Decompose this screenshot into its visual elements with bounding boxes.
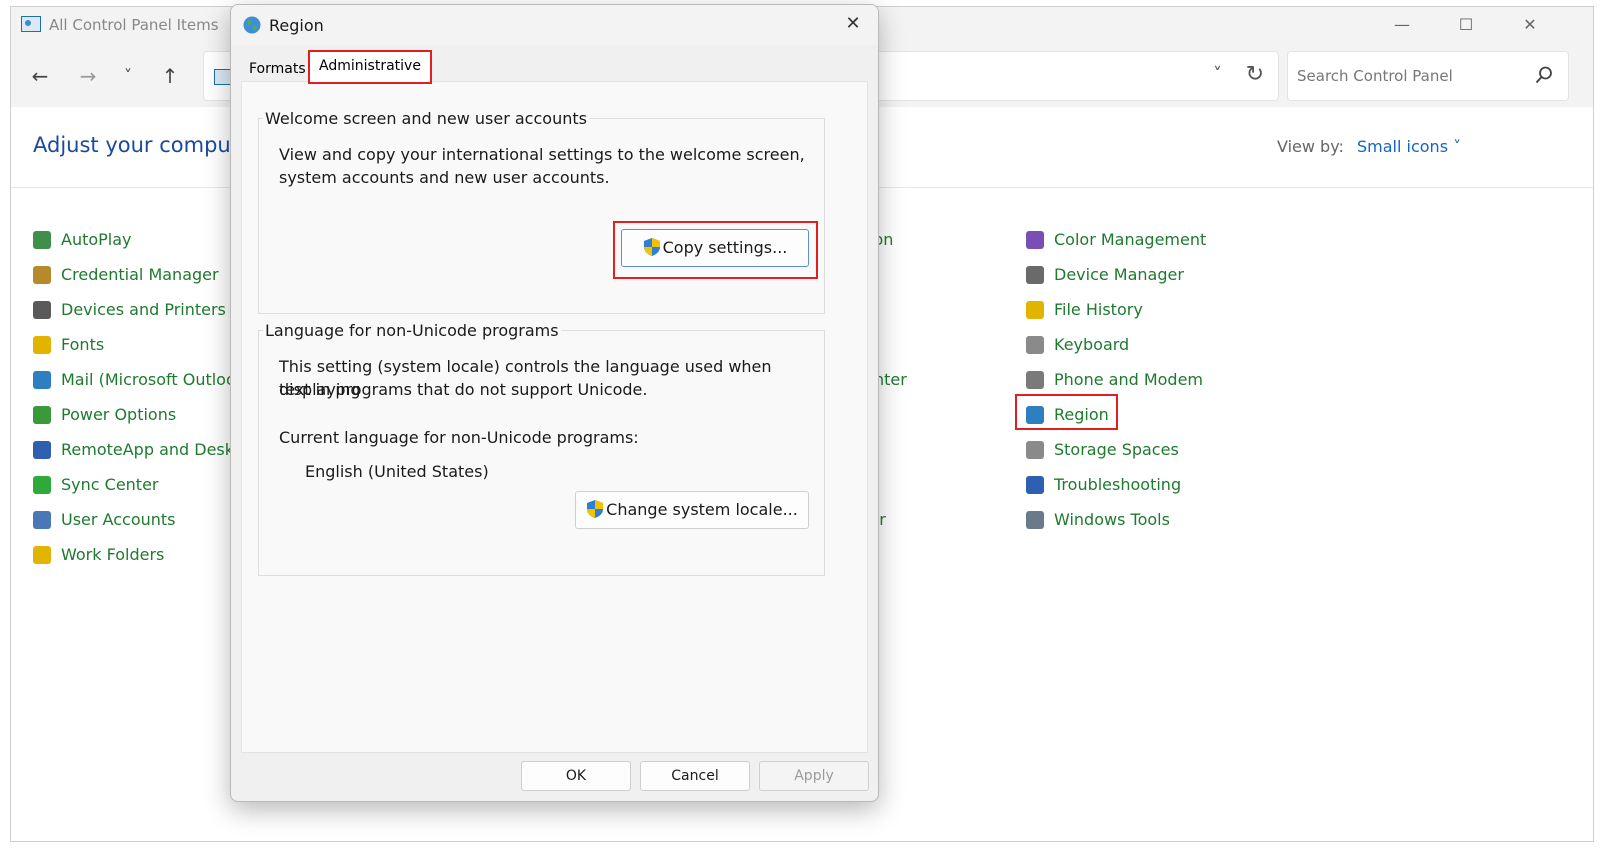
copy-settings-label: Copy settings... (662, 238, 788, 257)
desktop: All Control Panel Items — ☐ ✕ ← → ˅ ↑ ˅ … (0, 0, 1600, 848)
power-options-icon: power-options-icon (33, 406, 51, 424)
maximize-button[interactable]: ☐ (1443, 11, 1489, 39)
non-unicode-group-title: Language for non-Unicode programs (263, 321, 561, 340)
cp-item-label: Devices and Printers (61, 300, 226, 319)
address-dropdown-chevron-icon[interactable]: ˅ (1213, 64, 1222, 85)
welcome-group-title: Welcome screen and new user accounts (263, 109, 589, 128)
sync-center-icon: sync-center-icon (33, 476, 51, 494)
cp-item-label: Troubleshooting (1054, 475, 1182, 494)
file-history-icon: file-history-icon (1026, 301, 1044, 319)
cp-item-label: Mail (Microsoft Outlook (61, 370, 246, 389)
cp-item-label: Power Options (61, 405, 177, 424)
non-unicode-description-line-2: text in programs that do not support Uni… (279, 380, 648, 399)
cp-item-label: User Accounts (61, 510, 176, 529)
autoplay-icon: autoplay-icon (33, 231, 51, 249)
uac-shield-icon (587, 500, 604, 518)
change-system-locale-button[interactable]: Change system locale... (575, 491, 809, 529)
keyboard-icon: keyboard-icon (1026, 336, 1044, 354)
minimize-button[interactable]: — (1379, 11, 1425, 39)
copy-settings-button[interactable]: Copy settings... (621, 229, 809, 267)
forward-arrow-icon[interactable]: → (75, 63, 101, 89)
cp-item-label: AutoPlay (61, 230, 132, 249)
welcome-description-line-1: View and copy your international setting… (279, 145, 805, 164)
region-item-highlight (1015, 394, 1118, 430)
administrative-tab-panel: Welcome screen and new user accounts Vie… (241, 81, 868, 753)
cancel-button[interactable]: Cancel (640, 761, 750, 791)
user-accounts-icon: user-accounts-icon (33, 511, 51, 529)
cp-item-label: Credential Manager (61, 265, 219, 284)
credential-manager-icon: credential-manager-icon (33, 266, 51, 284)
recent-locations-chevron-icon[interactable]: ˅ (115, 63, 141, 89)
welcome-screen-group: Welcome screen and new user accounts Vie… (258, 109, 825, 314)
cp-item-label: Storage Spaces (1054, 440, 1179, 459)
apply-button[interactable]: Apply (759, 761, 869, 791)
cp-item-label: Phone and Modem (1054, 370, 1204, 389)
view-by-label: View by: (1277, 137, 1344, 156)
region-dialog: Region ✕ Welcome screen and new user acc… (230, 4, 879, 802)
cp-item-label: File History (1054, 300, 1143, 319)
close-button[interactable]: ✕ (1507, 11, 1553, 39)
change-system-locale-label: Change system locale... (606, 500, 798, 519)
control-panel-icon (21, 16, 41, 32)
cp-item-label: Sync Center (61, 475, 159, 494)
cp-item-label: Keyboard (1054, 335, 1130, 354)
ok-button[interactable]: OK (521, 761, 631, 791)
dialog-titlebar: Region ✕ (231, 5, 878, 45)
dialog-title: Region (269, 16, 324, 35)
tab-administrative[interactable]: Administrative (308, 50, 432, 84)
fonts-icon: fonts-icon (33, 336, 51, 354)
dialog-close-icon[interactable]: ✕ (842, 13, 864, 35)
region-globe-icon (243, 16, 261, 34)
tab-formats[interactable]: Formats (249, 61, 306, 77)
troubleshooting-icon: troubleshooting-icon (1026, 476, 1044, 494)
work-folders-icon: work-folders-icon (33, 546, 51, 564)
search-input[interactable] (1289, 53, 1529, 99)
device-manager-icon: device-manager-icon (1026, 266, 1044, 284)
remoteapp-icon: remoteapp-icon (33, 441, 51, 459)
current-language-label: Current language for non-Unicode program… (279, 428, 639, 447)
back-arrow-icon[interactable]: ← (27, 63, 53, 89)
cp-item-label: Fonts (61, 335, 105, 354)
cp-item-label: RemoteApp and Deskto (61, 440, 251, 459)
refresh-icon[interactable]: ↻ (1246, 62, 1264, 87)
view-by-dropdown[interactable]: Small icons ˅ (1357, 137, 1461, 156)
storage-spaces-icon: storage-spaces-icon (1026, 441, 1044, 459)
page-heading: Adjust your compute (33, 133, 252, 157)
cp-item-label: Color Management (1054, 230, 1207, 249)
cp-item-label: Work Folders (61, 545, 165, 564)
color-management-icon: color-management-icon (1026, 231, 1044, 249)
search-icon[interactable] (1534, 65, 1554, 85)
non-unicode-group: Language for non-Unicode programs This s… (258, 321, 825, 576)
cp-item-label: Device Manager (1054, 265, 1184, 284)
phone-modem-icon: phone-modem-icon (1026, 371, 1044, 389)
uac-shield-icon (643, 238, 660, 256)
search-box[interactable] (1287, 51, 1569, 101)
control-panel-title: All Control Panel Items (49, 16, 219, 34)
current-language-value: English (United States) (305, 462, 489, 481)
mail-icon: mail-icon (33, 371, 51, 389)
windows-tools-icon: windows-tools-icon (1026, 511, 1044, 529)
welcome-description-line-2: system accounts and new user accounts. (279, 168, 610, 187)
cp-item-label: Windows Tools (1054, 510, 1170, 529)
up-arrow-icon[interactable]: ↑ (157, 63, 183, 89)
devices-printers-icon: devices-printers-icon (33, 301, 51, 319)
